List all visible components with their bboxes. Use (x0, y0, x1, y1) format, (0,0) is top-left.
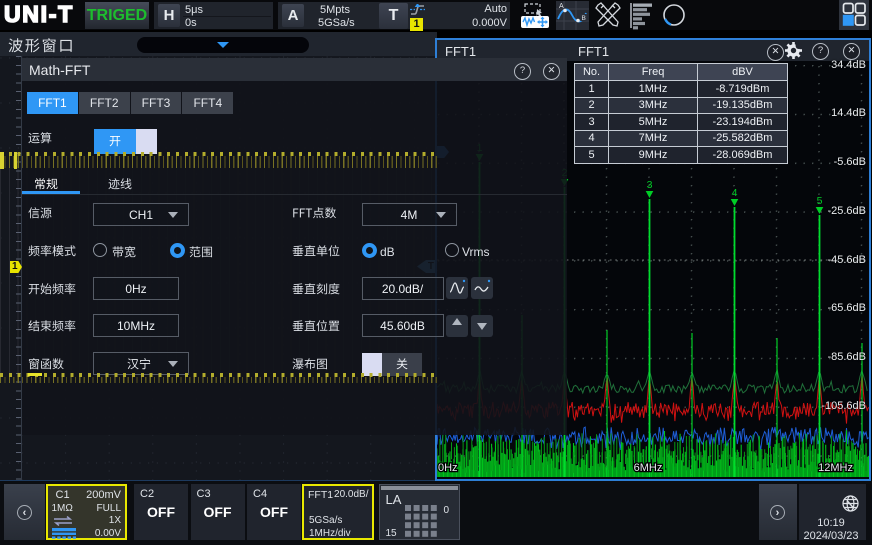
svg-text:A: A (559, 3, 564, 10)
svg-text:4: 4 (732, 187, 738, 199)
svg-text:3: 3 (647, 179, 653, 191)
svg-text:5: 5 (817, 195, 823, 207)
svg-text:0Hz: 0Hz (438, 462, 458, 474)
svg-text:B: B (582, 15, 586, 22)
svg-text:12MHz: 12MHz (818, 462, 853, 474)
svg-text:6MHz: 6MHz (634, 462, 663, 474)
